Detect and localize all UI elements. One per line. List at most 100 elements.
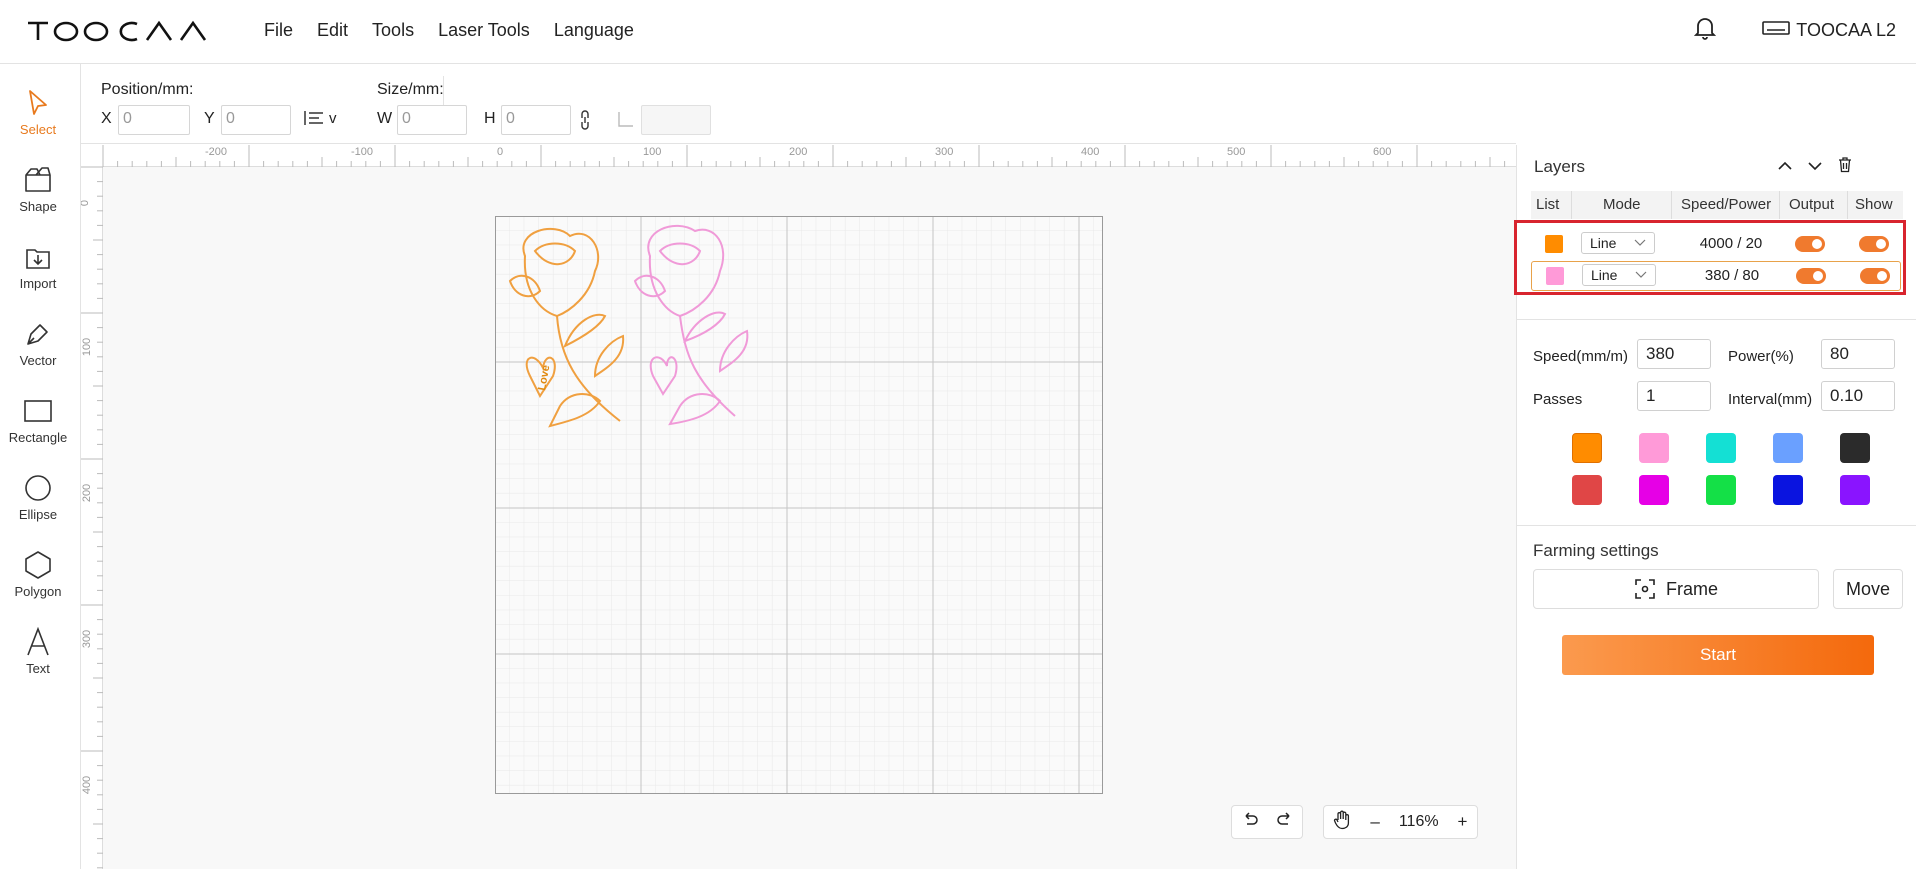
tool-import-label: Import [19,276,57,291]
size-label: Size/mm: [377,81,444,98]
move-button[interactable]: Move [1833,569,1903,609]
farming-title: Farming settings [1533,541,1659,560]
color-cyan-button[interactable] [1706,433,1736,463]
speed-label: Speed(mm/m) [1533,348,1629,365]
power-label: Power(%) [1728,348,1794,365]
color-pink-button[interactable] [1639,433,1669,463]
tool-import[interactable]: Import [0,242,76,291]
position-label: Position/mm: [101,81,194,98]
ruler-top-label: -100 [351,146,374,158]
menu-file[interactable]: File [264,20,293,41]
shape-box-icon [25,167,51,192]
interval-label: Interval(mm) [1728,391,1813,408]
align-dropdown[interactable]: v [303,109,337,127]
polygon-icon [25,551,51,579]
ruler-left-label: 0 [81,200,91,206]
layers-title: Layers [1534,157,1586,176]
top-right-controls: TOOCAA L2 [1694,16,1896,45]
pen-icon [27,324,48,345]
ruler-top-label: 100 [643,146,662,158]
tool-shape[interactable]: Shape [0,165,76,214]
tool-shape-label: Shape [19,199,57,214]
color-lightblue-button[interactable] [1773,433,1803,463]
tool-text[interactable]: Text [0,627,76,676]
tool-ellipse[interactable]: Ellipse [0,473,76,522]
frame-button-label: Frame [1665,578,1718,599]
frame-icon [1635,579,1655,599]
tool-ellipse-label: Ellipse [18,507,58,522]
tool-sidebar: Select Shape Import Vector Rectangle Ell… [0,64,81,869]
ruler-left-label: 300 [81,629,94,649]
color-orange-button[interactable] [1572,433,1602,463]
ruler-left: 0 100 200 300 400 [81,145,103,869]
col-divider [1847,191,1848,219]
ruler-left-label: 400 [81,775,94,795]
bell-icon[interactable] [1694,16,1717,45]
align-caret: v [329,109,337,127]
ruler-top-label: 200 [789,146,808,158]
power-input[interactable]: 80 [1821,339,1895,369]
ruler-top-label: 0 [497,146,504,158]
divider [1517,319,1916,320]
main-menu: File Edit Tools Laser Tools Language [264,20,658,41]
speed-input[interactable]: 380 [1637,339,1711,369]
property-bar: Position/mm: X 0 Y 0 v Size/mm: W 0 H 0 [81,64,1516,144]
work-bed[interactable]: Love [495,216,1103,794]
color-purple-button[interactable] [1840,475,1870,505]
color-green-button[interactable] [1706,475,1736,505]
tool-polygon[interactable]: Polygon [0,550,76,599]
start-button[interactable]: Start [1562,635,1874,675]
ellipse-icon [25,475,51,501]
lock-ratio-icon[interactable] [578,108,592,137]
color-blue-button[interactable] [1773,475,1803,505]
x-input[interactable]: 0 [118,105,190,135]
toocaa-logo-icon [28,20,207,42]
layer-up-icon[interactable] [1777,159,1793,177]
interval-input[interactable]: 0.10 [1821,381,1895,411]
y-input[interactable]: 0 [221,105,291,135]
laser-device-icon [1762,20,1791,41]
w-label: W [377,110,393,127]
redo-icon[interactable] [1276,811,1294,833]
menu-laser-tools[interactable]: Laser Tools [438,20,530,41]
ruler-top-label: 500 [1227,146,1246,158]
annotation-highlight-box [1514,220,1906,295]
ruler-left-label: 100 [81,337,94,357]
zoom-out-button[interactable]: – [1370,812,1379,832]
h-input[interactable]: 0 [501,105,571,135]
zoom-in-button[interactable]: + [1458,812,1468,832]
undo-redo-group [1231,805,1303,839]
canvas-area[interactable]: -200 -100 0 100 200 300 400 500 600 0 10… [81,145,1516,869]
layers-table-header: List Mode Speed/Power Output Show [1531,191,1903,219]
menu-language[interactable]: Language [554,20,634,41]
color-magenta-button[interactable] [1639,475,1669,505]
top-bar: File Edit Tools Laser Tools Language TOO… [0,0,1916,64]
color-black-button[interactable] [1840,433,1870,463]
pan-hand-icon[interactable] [1333,810,1351,835]
rotation-input [641,105,711,135]
text-icon [27,627,49,656]
col-show: Show [1855,196,1893,213]
color-red-button[interactable] [1572,475,1602,505]
device-selector[interactable]: TOOCAA L2 [1762,20,1896,41]
frame-button[interactable]: Frame [1533,569,1819,609]
tool-vector-label: Vector [19,353,57,368]
w-input[interactable]: 0 [397,105,467,135]
zoom-group: – 116% + [1323,805,1478,839]
tool-select[interactable]: Select [0,88,76,137]
x-label: X [101,110,112,127]
zoom-level: 116% [1398,813,1439,830]
tool-vector[interactable]: Vector [0,319,76,368]
menu-edit[interactable]: Edit [317,20,348,41]
undo-icon[interactable] [1241,811,1259,833]
passes-input[interactable]: 1 [1637,381,1711,411]
import-icon [26,249,50,269]
device-name: TOOCAA L2 [1796,20,1896,40]
angle-icon [617,110,635,133]
tool-rectangle[interactable]: Rectangle [0,396,76,445]
layer-down-icon[interactable] [1807,159,1823,177]
delete-layer-icon[interactable] [1837,156,1853,178]
col-divider [1671,191,1672,219]
menu-tools[interactable]: Tools [372,20,414,41]
move-button-label: Move [1845,578,1890,599]
